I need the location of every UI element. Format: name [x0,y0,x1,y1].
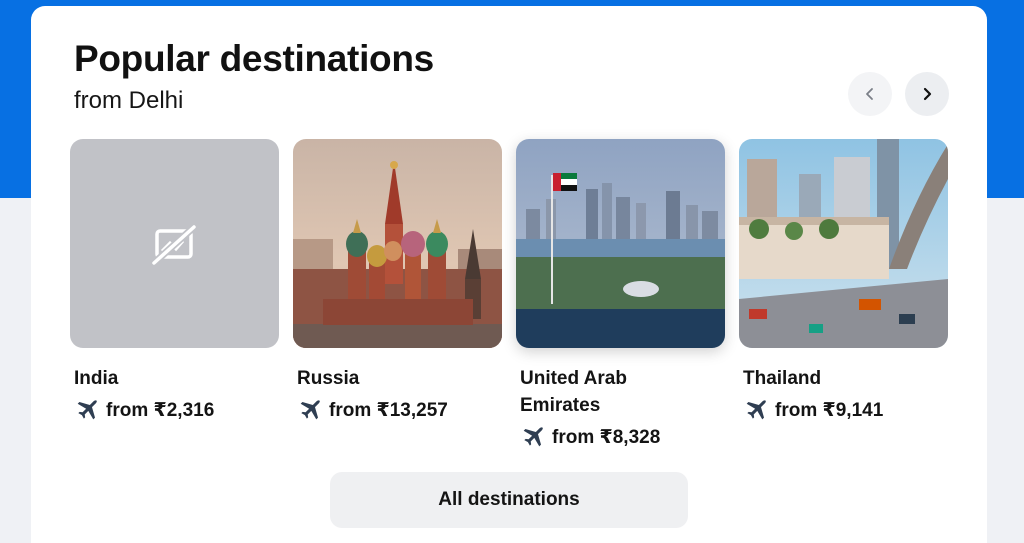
airplane-icon [77,400,97,420]
airplane-icon [300,400,320,420]
destination-price: from ₹2,316 [106,399,215,421]
destination-card-russia[interactable]: Russia from ₹13,257 [293,139,502,423]
carousel-next-button[interactable] [905,72,949,116]
destination-price-row: from ₹9,141 [743,397,948,423]
destination-card-india[interactable]: India from ₹2,316 [70,139,279,423]
destination-price: from ₹13,257 [329,399,448,421]
destination-name[interactable]: United Arab Emirates [520,365,670,419]
section-title: Popular destinations [74,38,434,79]
destination-price: from ₹8,328 [552,426,661,448]
destination-price-row: from ₹13,257 [297,397,502,423]
airplane-icon [523,427,543,447]
all-destinations-button[interactable]: All destinations [330,472,688,528]
destination-image-placeholder[interactable] [70,139,279,348]
airplane-icon [746,400,766,420]
moscow-cathedral-photo [293,139,502,348]
destination-image-thailand[interactable] [739,139,948,348]
destination-price-row: from ₹2,316 [74,397,279,423]
destination-price-row: from ₹8,328 [520,424,725,450]
destination-name[interactable]: Thailand [743,365,893,392]
uae-waterfront-photo [516,139,725,348]
destination-name[interactable]: India [74,365,224,392]
destination-image-uae[interactable] [516,139,725,348]
destination-card-uae[interactable]: United Arab Emirates from ₹8,328 [516,139,725,450]
destination-image-moscow[interactable] [293,139,502,348]
image-unavailable-icon [151,224,197,266]
chevron-right-icon [923,87,932,101]
chevron-left-icon [866,88,873,100]
carousel-prev-button[interactable] [848,72,892,116]
section-subtitle: from Delhi [74,87,184,114]
destination-price: from ₹9,141 [775,399,884,421]
destination-name[interactable]: Russia [297,365,447,392]
bangkok-street-photo [739,139,948,348]
destination-card-thailand[interactable]: Thailand from ₹9,141 [739,139,948,423]
